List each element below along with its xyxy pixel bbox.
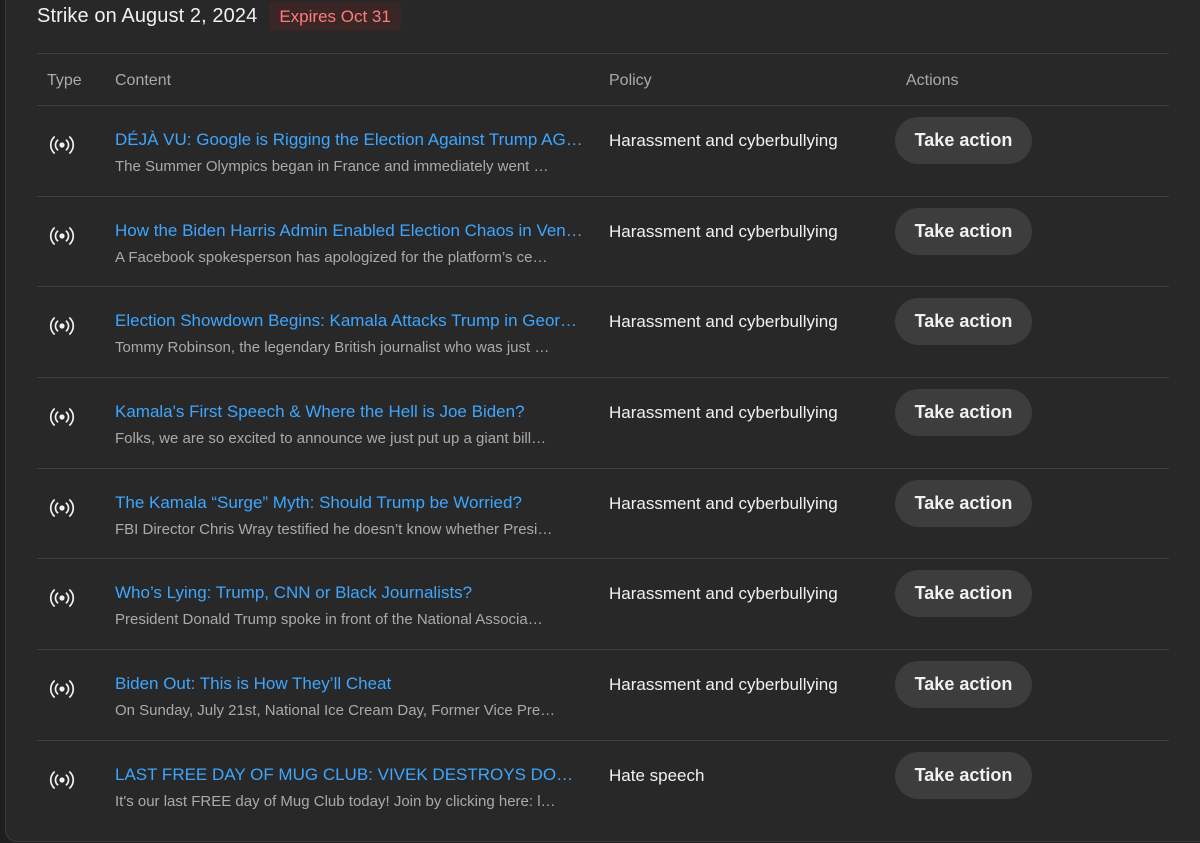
column-header-type: Type [47,72,82,89]
policy-label: Harassment and cyberbullying [609,675,838,695]
table-row: The Kamala “Surge” Myth: Should Trump be… [37,469,1169,560]
table-row: How the Biden Harris Admin Enabled Elect… [37,197,1169,288]
live-broadcast-icon [47,493,77,523]
policy-label: Harassment and cyberbullying [609,403,838,423]
column-header-policy: Policy [609,72,652,89]
table-body: DÉJÀ VU: Google is Rigging the Election … [37,106,1169,832]
video-description: Folks, we are so excited to announce we … [115,430,547,448]
column-header-actions: Actions [906,72,959,89]
strike-header: Strike on August 2, 2024 Expires Oct 31 [37,0,401,32]
content-cell: LAST FREE DAY OF MUG CLUB: VIVEK DESTROY… [115,764,585,811]
video-description: On Sunday, July 21st, National Ice Cream… [115,702,556,720]
video-title-link[interactable]: Biden Out: This is How They’ll Cheat [115,673,585,695]
video-title-link[interactable]: LAST FREE DAY OF MUG CLUB: VIVEK DESTROY… [115,764,585,786]
live-broadcast-icon [47,765,77,795]
video-title-link[interactable]: DÉJÀ VU: Google is Rigging the Election … [115,129,585,151]
take-action-button[interactable]: Take action [895,207,1032,255]
video-title-link[interactable]: Who’s Lying: Trump, CNN or Black Journal… [115,582,585,604]
live-broadcast-icon [47,674,77,704]
video-title-link[interactable]: The Kamala “Surge” Myth: Should Trump be… [115,492,585,514]
content-cell: Biden Out: This is How They’ll Cheat On … [115,673,585,720]
video-description: Tommy Robinson, the legendary British jo… [115,339,550,357]
take-action-button[interactable]: Take action [895,570,1032,618]
live-broadcast-icon [47,221,77,251]
policy-label: Harassment and cyberbullying [609,493,838,513]
video-description: A Facebook spokesperson has apologized f… [115,248,548,266]
table-row: Election Showdown Begins: Kamala Attacks… [37,287,1169,379]
content-cell: Kamala's First Speech & Where the Hell i… [115,401,585,448]
table-row: Kamala's First Speech & Where the Hell i… [37,378,1169,469]
strike-title: Strike on August 2, 2024 [37,4,258,27]
take-action-button[interactable]: Take action [895,751,1032,799]
live-broadcast-icon [47,130,77,160]
table-header: Type Content Policy Actions [37,53,1169,106]
take-action-button[interactable]: Take action [895,117,1032,164]
video-description: It's our last FREE day of Mug Club today… [115,792,556,810]
video-title-link[interactable]: Election Showdown Begins: Kamala Attacks… [115,310,585,332]
policy-label: Harassment and cyberbullying [609,221,838,241]
video-description: President Donald Trump spoke in front of… [115,611,543,629]
take-action-button[interactable]: Take action [895,661,1032,709]
content-cell: The Kamala “Surge” Myth: Should Trump be… [115,492,585,539]
content-cell: Who’s Lying: Trump, CNN or Black Journal… [115,582,585,629]
table-row: DÉJÀ VU: Google is Rigging the Election … [37,106,1169,197]
table-row: Who’s Lying: Trump, CNN or Black Journal… [37,559,1169,651]
live-broadcast-icon [47,583,77,613]
column-header-content: Content [115,72,172,89]
video-title-link[interactable]: Kamala's First Speech & Where the Hell i… [115,401,585,423]
video-description: FBI Director Chris Wray testified he doe… [115,520,553,538]
content-cell: DÉJÀ VU: Google is Rigging the Election … [115,129,585,176]
content-cell: Election Showdown Begins: Kamala Attacks… [115,310,585,357]
policy-label: Hate speech [609,765,705,785]
take-action-button[interactable]: Take action [895,389,1032,437]
table-row: Biden Out: This is How They’ll Cheat On … [37,650,1169,741]
strike-table: Type Content Policy Actions DÉJÀ VU: Goo… [37,53,1169,832]
policy-label: Harassment and cyberbullying [609,584,838,604]
policy-label: Harassment and cyberbullying [609,312,838,332]
take-action-button[interactable]: Take action [895,298,1032,346]
take-action-button[interactable]: Take action [895,479,1032,527]
live-broadcast-icon [47,402,77,432]
video-title-link[interactable]: How the Biden Harris Admin Enabled Elect… [115,220,585,242]
live-broadcast-icon [47,311,77,341]
video-description: The Summer Olympics began in France and … [115,158,549,175]
expiry-badge: Expires Oct 31 [269,1,401,31]
content-cell: How the Biden Harris Admin Enabled Elect… [115,220,585,267]
table-row: LAST FREE DAY OF MUG CLUB: VIVEK DESTROY… [37,741,1169,832]
policy-label: Harassment and cyberbullying [609,131,838,150]
